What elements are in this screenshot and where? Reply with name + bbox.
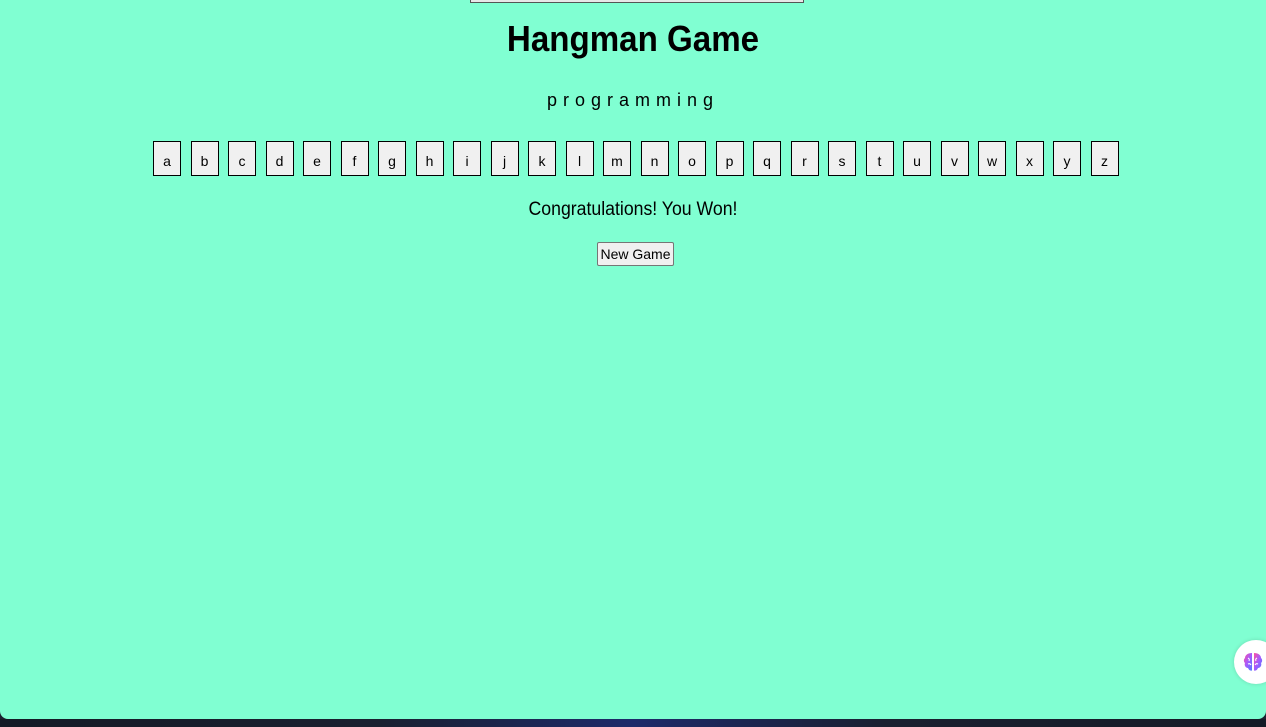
letter-button-b[interactable]: b [190,141,219,176]
letter-button-k[interactable]: k [528,141,556,176]
status-message: Congratulations! You Won! [528,199,738,220]
letter-button-o[interactable]: o [678,141,706,176]
new-game-button[interactable]: New Game [597,242,674,266]
letter-button-u[interactable]: u [903,141,931,176]
letter-button-a[interactable]: a [153,141,181,176]
letter-button-w[interactable]: w [978,141,1006,176]
letter-button-e[interactable]: e [303,141,331,176]
top-input-edge [470,0,804,3]
game-page: Hangman Game programming abcdefghijklmno… [0,0,1266,719]
letter-button-t[interactable]: t [865,141,894,176]
letter-button-d[interactable]: d [265,141,294,176]
letter-button-j[interactable]: j [490,141,519,176]
letter-button-v[interactable]: v [940,141,969,176]
word-display: programming [546,90,720,110]
letter-buttons: abcdefghijklmnopqrstuvwxyz [153,141,1153,177]
letter-button-l[interactable]: l [565,141,594,176]
letter-button-h[interactable]: h [415,141,444,176]
brain-icon [1243,653,1263,671]
taskbar-strip [0,719,1266,727]
letter-button-y[interactable]: y [1053,141,1081,176]
letter-button-f[interactable]: f [340,141,369,176]
page-title: Hangman Game [506,18,760,59]
letter-button-z[interactable]: z [1090,141,1119,176]
letter-button-r[interactable]: r [790,141,819,176]
letter-button-n[interactable]: n [640,141,669,176]
letter-button-g[interactable]: g [378,141,406,176]
letter-button-p[interactable]: p [715,141,744,176]
letter-button-m[interactable]: m [603,141,631,176]
letter-button-s[interactable]: s [828,141,856,176]
letter-button-i[interactable]: i [453,141,481,176]
letter-button-c[interactable]: c [228,141,256,176]
letter-button-q[interactable]: q [753,141,781,176]
extension-widget[interactable] [1234,640,1266,684]
letter-button-x[interactable]: x [1015,141,1044,176]
